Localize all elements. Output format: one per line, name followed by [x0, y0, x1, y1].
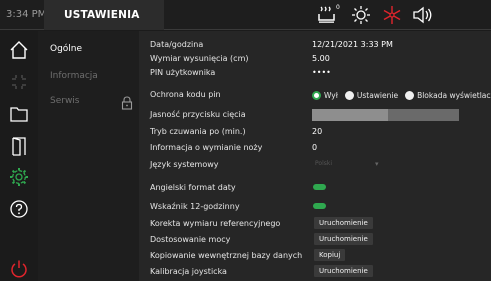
setting-row-user-pin[interactable]: PIN użytkownika •••• — [139, 66, 491, 80]
setting-row-english-date: Angielski format daty — [139, 181, 491, 195]
setting-label: Dostosowanie mocy — [150, 235, 231, 244]
page-title-tab: USTAWIENIA — [44, 0, 164, 30]
setting-label: Kalibracja joysticka — [150, 267, 227, 276]
setting-row-system-language: Język systemowy Polski ▾ — [139, 158, 491, 172]
setting-label: Język systemowy — [150, 160, 219, 169]
pin-protection-radio-group: Wył Ustawienie Blokada wyświetlacza — [312, 89, 491, 101]
setting-label: PIN użytkownika — [150, 68, 216, 77]
menu-item-information[interactable]: Informacja — [50, 71, 98, 81]
setting-row-knife-info[interactable]: Informacja o wymianie noży 0 — [139, 141, 491, 155]
language-selected: Polski — [315, 160, 333, 167]
setting-label: Data/godzina — [150, 40, 204, 49]
feed-dimension-value: 5.00 — [312, 54, 330, 63]
top-bar: 3:34 PM USTAWIENIA 0 — [0, 0, 491, 30]
radio-off[interactable]: Wył — [312, 90, 338, 100]
setting-row-cut-button-brightness: Jasność przycisku cięcia — [139, 108, 491, 122]
nav-icon-column — [0, 31, 38, 281]
setting-label: Jasność przycisku cięcia — [150, 110, 246, 119]
setting-row-ref-correction: Korekta wymiaru referencyjnego Uruchomie… — [139, 217, 491, 231]
help-icon[interactable] — [9, 199, 29, 219]
radio-display-lock[interactable]: Blokada wyświetlacza — [405, 90, 491, 100]
setting-row-power-adjust: Dostosowanie mocy Uruchomienie — [139, 233, 491, 247]
tray-superscript: 0 — [336, 4, 340, 11]
folder-icon[interactable] — [9, 104, 29, 124]
setting-label: Ochrona kodu pin — [150, 90, 221, 99]
english-date-toggle[interactable] — [313, 184, 326, 190]
volume-icon[interactable] — [412, 5, 434, 25]
tray-heat-icon[interactable] — [318, 5, 344, 25]
radio-dot — [344, 90, 354, 100]
setting-label: Korekta wymiaru referencyjnego — [150, 219, 281, 228]
chevron-down-icon: ▾ — [375, 160, 379, 168]
date-time-value: 12/21/2021 3:33 PM — [312, 40, 393, 49]
db-copy-button[interactable]: Kopiuj — [314, 249, 346, 261]
power-adjust-start-button[interactable]: Uruchomienie — [314, 233, 373, 245]
setting-label: Angielski format daty — [150, 183, 236, 192]
setting-label: Tryb czuwania po (min.) — [150, 127, 246, 136]
standby-value: 20 — [312, 127, 323, 136]
settings-menu: Ogólne Informacja Serwis — [38, 31, 139, 281]
language-select[interactable]: Polski ▾ — [312, 159, 382, 171]
setting-row-joystick-calibration: Kalibracja joysticka Uruchomienie — [139, 265, 491, 279]
setting-row-standby[interactable]: Tryb czuwania po (min.) 20 — [139, 125, 491, 139]
setting-label: Informacja o wymianie noży — [150, 143, 263, 152]
radio-dot — [405, 90, 415, 100]
setting-row-12h-clock: Wskaźnik 12-godzinny — [139, 200, 491, 214]
cooling-icon[interactable] — [382, 5, 402, 25]
power-icon[interactable] — [9, 259, 29, 279]
settings-panel: Data/godzina 12/21/2021 3:33 PM Wymiar w… — [139, 31, 491, 281]
door-icon[interactable] — [9, 136, 29, 156]
menu-item-service[interactable]: Serwis — [50, 96, 80, 106]
home-icon[interactable] — [9, 40, 29, 60]
setting-row-feed-dimension[interactable]: Wymiar wysunięcia (cm) 5.00 — [139, 52, 491, 66]
clock: 3:34 PM — [6, 9, 47, 20]
radio-setting[interactable]: Ustawienie — [344, 90, 398, 100]
setting-label: Wymiar wysunięcia (cm) — [150, 54, 249, 63]
brightness-icon[interactable] — [351, 5, 371, 25]
setting-row-date-time[interactable]: Data/godzina 12/21/2021 3:33 PM — [139, 38, 491, 52]
setting-label: Wskaźnik 12-godzinny — [150, 202, 240, 211]
setting-row-db-copy: Kopiowanie wewnętrznej bazy danych Kopiu… — [139, 249, 491, 263]
crosshair-icon[interactable] — [9, 72, 29, 92]
ref-correction-start-button[interactable]: Uruchomienie — [314, 217, 373, 229]
radio-dot-selected — [312, 90, 321, 100]
clock-12h-toggle[interactable] — [313, 203, 326, 209]
settings-gear-icon[interactable] — [9, 167, 29, 187]
brightness-slider-fill — [312, 109, 389, 121]
lock-icon — [121, 95, 133, 110]
knife-info-value: 0 — [312, 143, 318, 152]
brightness-slider[interactable] — [312, 109, 459, 121]
menu-item-general[interactable]: Ogólne — [50, 44, 82, 54]
joystick-calibration-start-button[interactable]: Uruchomienie — [314, 265, 373, 277]
setting-label: Kopiowanie wewnętrznej bazy danych — [150, 251, 303, 260]
pin-value: •••• — [312, 68, 331, 77]
page-title: USTAWIENIA — [64, 9, 140, 21]
setting-row-pin-protection: Ochrona kodu pin Wył Ustawienie Blokada … — [139, 88, 491, 102]
